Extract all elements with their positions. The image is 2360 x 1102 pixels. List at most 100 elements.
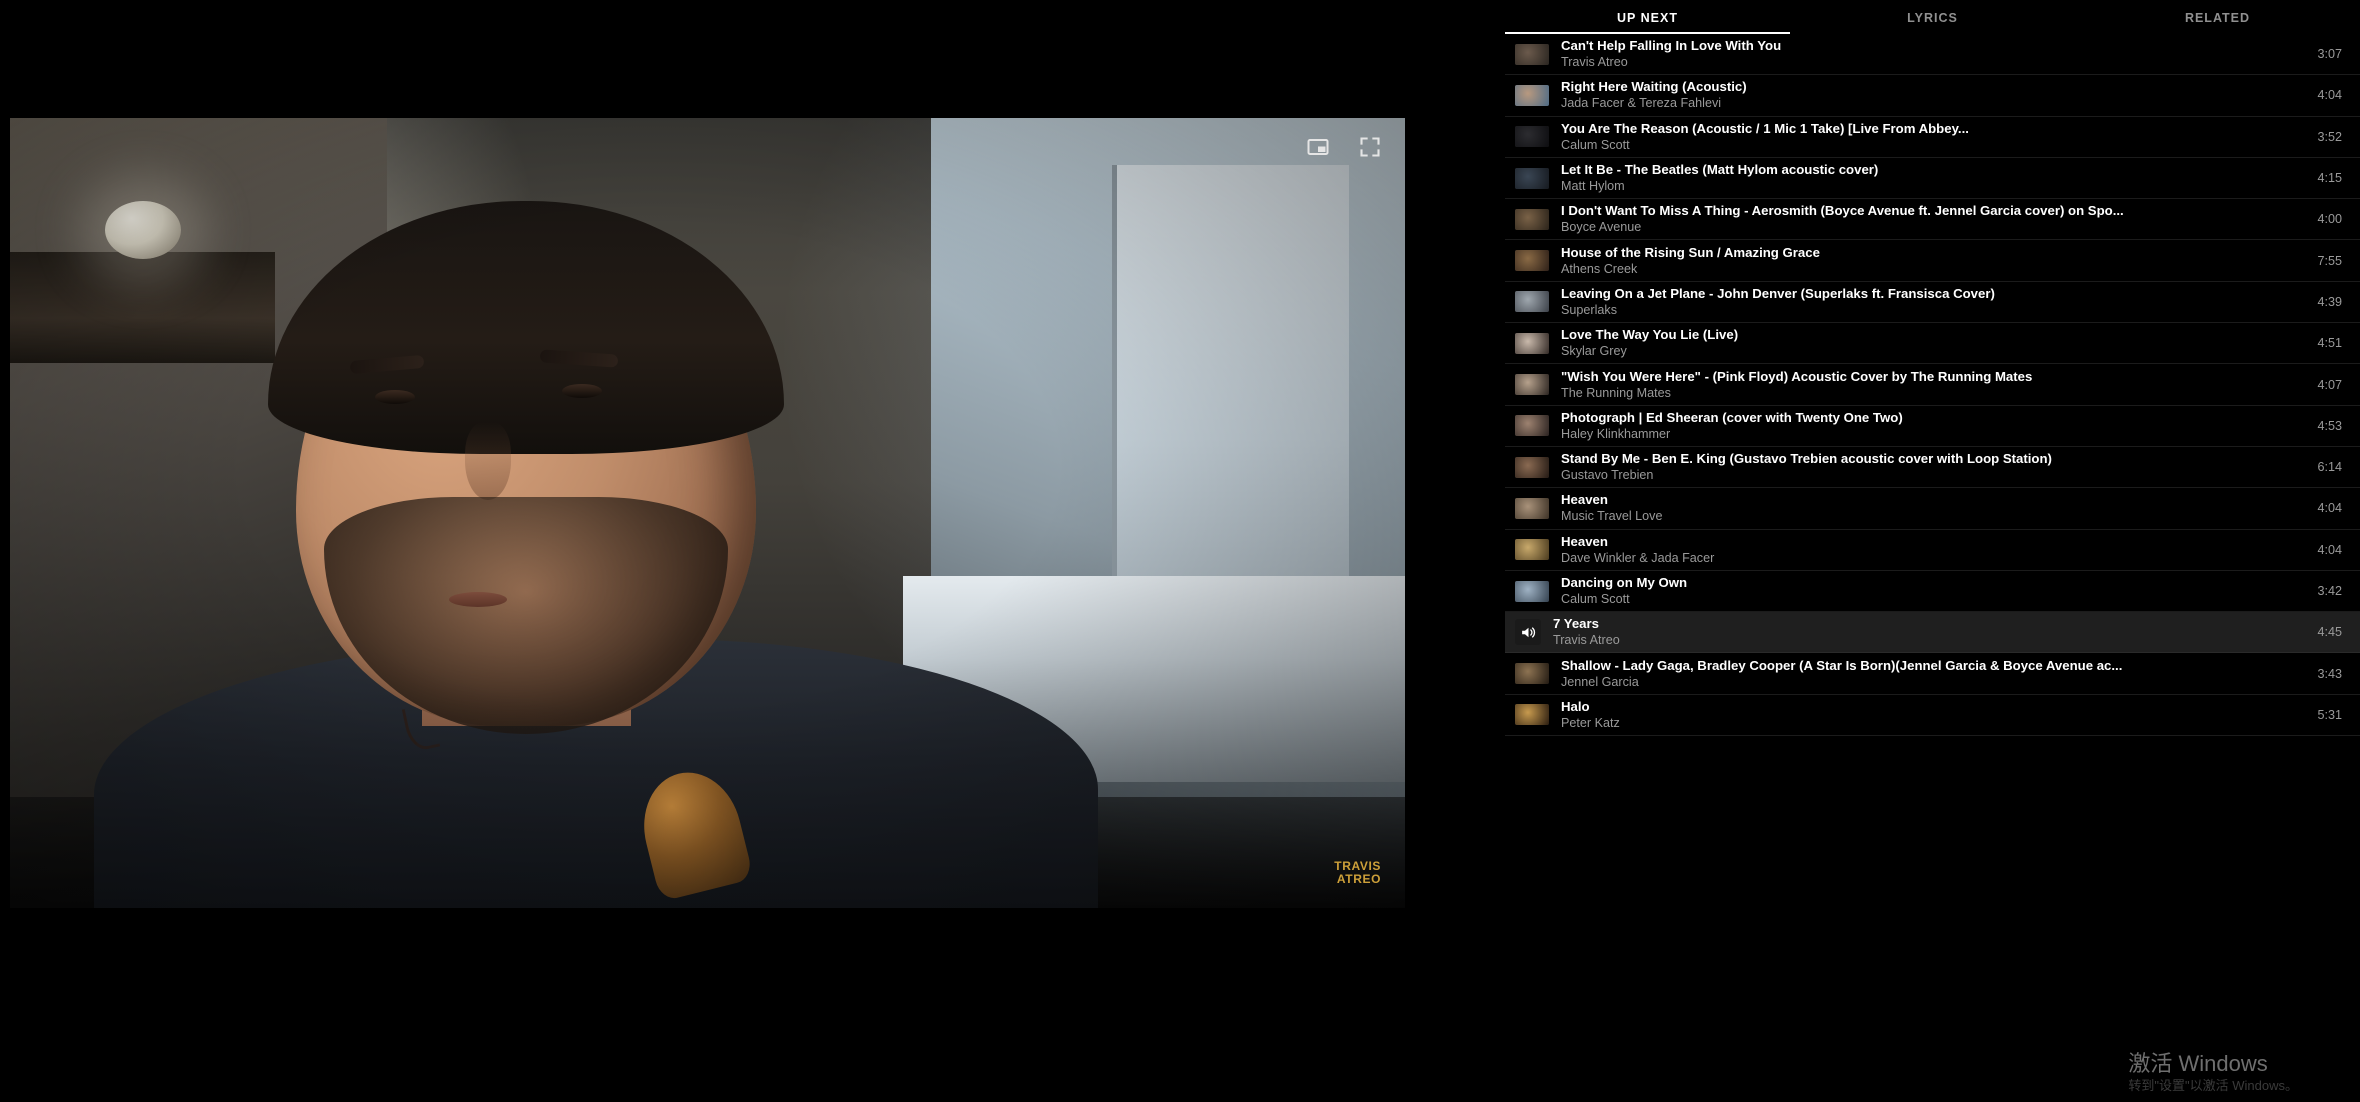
playlist-item-artist: Jada Facer & Tereza Fahlevi bbox=[1561, 96, 1722, 111]
playlist-item-text: Right Here Waiting (Acoustic) Jada Facer … bbox=[1561, 79, 2308, 111]
playlist-item-title: Shallow - Lady Gaga, Bradley Cooper (A S… bbox=[1561, 657, 2123, 673]
playlist-item-duration: 7:55 bbox=[2317, 253, 2342, 268]
playlist-item[interactable]: 7 Years Travis Atreo 4:45 bbox=[1505, 612, 2360, 654]
playlist-item[interactable]: "Wish You Were Here" - (Pink Floyd) Acou… bbox=[1505, 364, 2360, 406]
playlist-item-title: Heaven bbox=[1561, 533, 1608, 549]
playlist-item-artist: Jennel Garcia bbox=[1561, 674, 1639, 689]
playlist-item-title: Love The Way You Lie (Live) bbox=[1561, 327, 1739, 343]
playlist-item-text: I Don't Want To Miss A Thing - Aerosmith… bbox=[1561, 203, 2308, 235]
miniplayer-icon[interactable] bbox=[1305, 134, 1331, 160]
playlist-item-artist: Travis Atreo bbox=[1553, 633, 1620, 648]
playlist-item-thumbnail bbox=[1515, 497, 1549, 519]
playlist-item[interactable]: House of the Rising Sun / Amazing Grace A… bbox=[1505, 240, 2360, 282]
playlist-item-duration: 4:07 bbox=[2317, 377, 2342, 392]
playlist-item-artist: Skylar Grey bbox=[1561, 344, 1627, 359]
playlist-item[interactable]: Heaven Music Travel Love 4:04 bbox=[1505, 488, 2360, 530]
playlist-item[interactable]: Let It Be - The Beatles (Matt Hylom acou… bbox=[1505, 157, 2360, 200]
playlist-item-thumbnail bbox=[1515, 663, 1549, 685]
playlist-item[interactable]: Halo Peter Katz 5:31 bbox=[1505, 694, 2360, 737]
playlist-item-duration: 3:52 bbox=[2317, 129, 2342, 144]
playlist-item-duration: 4:39 bbox=[2317, 294, 2342, 309]
tab-lyrics[interactable]: LYRICS bbox=[1790, 11, 2075, 34]
playlist-item-title: Photograph | Ed Sheeran (cover with Twen… bbox=[1561, 409, 1903, 425]
playlist-item-duration: 3:42 bbox=[2317, 584, 2342, 598]
playlist-item-thumbnail bbox=[1515, 332, 1549, 354]
tab-up-next[interactable]: UP NEXT bbox=[1505, 11, 1790, 34]
playlist-item-text: Stand By Me - Ben E. King (Gustavo Trebi… bbox=[1561, 451, 2308, 483]
playlist-item-text: Can't Help Falling In Love With You Travi… bbox=[1561, 38, 2308, 70]
playlist-item-artist: Matt Hylom bbox=[1561, 179, 1625, 194]
video-player-column: TRAVIS ATREO bbox=[0, 0, 1505, 1102]
playlist-item[interactable]: Love The Way You Lie (Live) Skylar Grey 4:… bbox=[1505, 323, 2360, 365]
playlist-item[interactable]: Stand By Me - Ben E. King (Gustavo Trebi… bbox=[1505, 446, 2360, 489]
playlist-item-text: 7 Years Travis Atreo bbox=[1553, 616, 2308, 648]
playlist-item-text: Photograph | Ed Sheeran (cover with Twen… bbox=[1561, 410, 2308, 442]
playlist-item-duration: 5:31 bbox=[2317, 707, 2342, 722]
playlist-item-duration: 6:14 bbox=[2317, 460, 2342, 475]
playlist-item-thumbnail bbox=[1515, 291, 1549, 313]
playlist-items-list[interactable]: Can't Help Falling In Love With You Travi… bbox=[1505, 34, 2360, 1102]
playlist-item-duration: 4:04 bbox=[2317, 501, 2342, 516]
playlist-item-thumbnail bbox=[1515, 580, 1549, 602]
playlist-item-text: Love The Way You Lie (Live) Skylar Grey bbox=[1561, 327, 2308, 359]
playlist-item-text: Heaven Dave Winkler & Jada Facer bbox=[1561, 534, 2308, 566]
playlist-item-title: Can't Help Falling In Love With You bbox=[1561, 38, 1782, 54]
playlist-item-text: Dancing on My Own Calum Scott bbox=[1561, 575, 2308, 607]
playlist-item-artist: Superlaks bbox=[1561, 302, 1618, 317]
playlist-item-title: Let It Be - The Beatles (Matt Hylom acou… bbox=[1561, 162, 1879, 178]
playlist-item-artist: Dave Winkler & Jada Facer bbox=[1561, 550, 1715, 565]
video-scene-lamp bbox=[104, 200, 181, 259]
playlist-item-title: You Are The Reason (Acoustic / 1 Mic 1 T… bbox=[1561, 120, 1969, 136]
playlist-item[interactable]: Shallow - Lady Gaga, Bradley Cooper (A S… bbox=[1505, 653, 2360, 695]
playlist-item-title: 7 Years bbox=[1553, 616, 1599, 632]
playlist-item-text: House of the Rising Sun / Amazing Grace A… bbox=[1561, 245, 2308, 277]
playlist-item[interactable]: Heaven Dave Winkler & Jada Facer 4:04 bbox=[1505, 529, 2360, 571]
playlist-item-thumbnail bbox=[1515, 250, 1549, 272]
playlist-item-text: Shallow - Lady Gaga, Bradley Cooper (A S… bbox=[1561, 658, 2308, 690]
playlist-item-thumbnail bbox=[1515, 126, 1549, 148]
video-scene-picture-frame bbox=[10, 252, 276, 363]
playlist-item[interactable]: You Are The Reason (Acoustic / 1 Mic 1 T… bbox=[1505, 116, 2360, 158]
playlist-item[interactable]: Leaving On a Jet Plane - John Denver (Su… bbox=[1505, 281, 2360, 324]
playlist-item-artist: Gustavo Trebien bbox=[1561, 468, 1654, 483]
playlist-item-thumbnail bbox=[1515, 539, 1549, 561]
playlist-item-thumbnail bbox=[1515, 208, 1549, 230]
playlist-item-artist: Calum Scott bbox=[1561, 592, 1630, 606]
playlist-item-duration: 3:07 bbox=[2317, 47, 2342, 62]
playlist-item-thumbnail bbox=[1515, 84, 1549, 106]
video-subject-nose bbox=[464, 422, 511, 501]
playlist-item-duration: 4:04 bbox=[2317, 542, 2342, 557]
playlist-item[interactable]: Right Here Waiting (Acoustic) Jada Facer … bbox=[1505, 75, 2360, 117]
playlist-item[interactable]: Dancing on My Own Calum Scott 3:42 bbox=[1505, 570, 2360, 613]
player-control-bar bbox=[1305, 134, 1383, 160]
playlist-item-duration: 4:04 bbox=[2317, 88, 2342, 103]
playlist-item-thumbnail bbox=[1515, 167, 1549, 189]
playlist-item-thumbnail bbox=[1515, 43, 1549, 65]
playlist-item-artist: Travis Atreo bbox=[1561, 55, 1628, 70]
playlist-item-text: Let It Be - The Beatles (Matt Hylom acou… bbox=[1561, 162, 2308, 194]
playlist-item-artist: Boyce Avenue bbox=[1561, 220, 1642, 235]
fullscreen-icon[interactable] bbox=[1357, 134, 1383, 160]
playlist-item-text: You Are The Reason (Acoustic / 1 Mic 1 T… bbox=[1561, 121, 2308, 153]
playlist-item-thumbnail bbox=[1515, 415, 1549, 437]
playlist-item-duration: 4:53 bbox=[2317, 418, 2342, 433]
playlist-item-artist: Calum Scott bbox=[1561, 137, 1630, 152]
video-player[interactable]: TRAVIS ATREO bbox=[10, 118, 1405, 908]
channel-watermark-line2: ATREO bbox=[1336, 872, 1381, 886]
playlist-item-title: Halo bbox=[1561, 698, 1590, 714]
channel-watermark: TRAVIS ATREO bbox=[1334, 860, 1381, 886]
playlist-item-text: Leaving On a Jet Plane - John Denver (Su… bbox=[1561, 286, 2308, 318]
playlist-item[interactable]: Can't Help Falling In Love With You Travi… bbox=[1505, 34, 2360, 76]
playlist-item-thumbnail bbox=[1515, 374, 1549, 396]
tab-related[interactable]: RELATED bbox=[2075, 11, 2360, 34]
playlist-item-artist: Athens Creek bbox=[1561, 261, 1638, 276]
playlist-item[interactable]: I Don't Want To Miss A Thing - Aerosmith… bbox=[1505, 199, 2360, 241]
now-playing-speaker-icon bbox=[1515, 619, 1541, 646]
playlist-item-title: I Don't Want To Miss A Thing - Aerosmith… bbox=[1561, 203, 2124, 219]
playlist-item-artist: Peter Katz bbox=[1561, 715, 1620, 730]
playlist-tabs: UP NEXT LYRICS RELATED bbox=[1505, 0, 2360, 34]
playlist-item[interactable]: Photograph | Ed Sheeran (cover with Twen… bbox=[1505, 405, 2360, 447]
playlist-item-title: Right Here Waiting (Acoustic) bbox=[1561, 79, 1747, 95]
playlist-item-artist: The Running Mates bbox=[1561, 385, 1671, 400]
playlist-item-text: Heaven Music Travel Love bbox=[1561, 492, 2308, 524]
